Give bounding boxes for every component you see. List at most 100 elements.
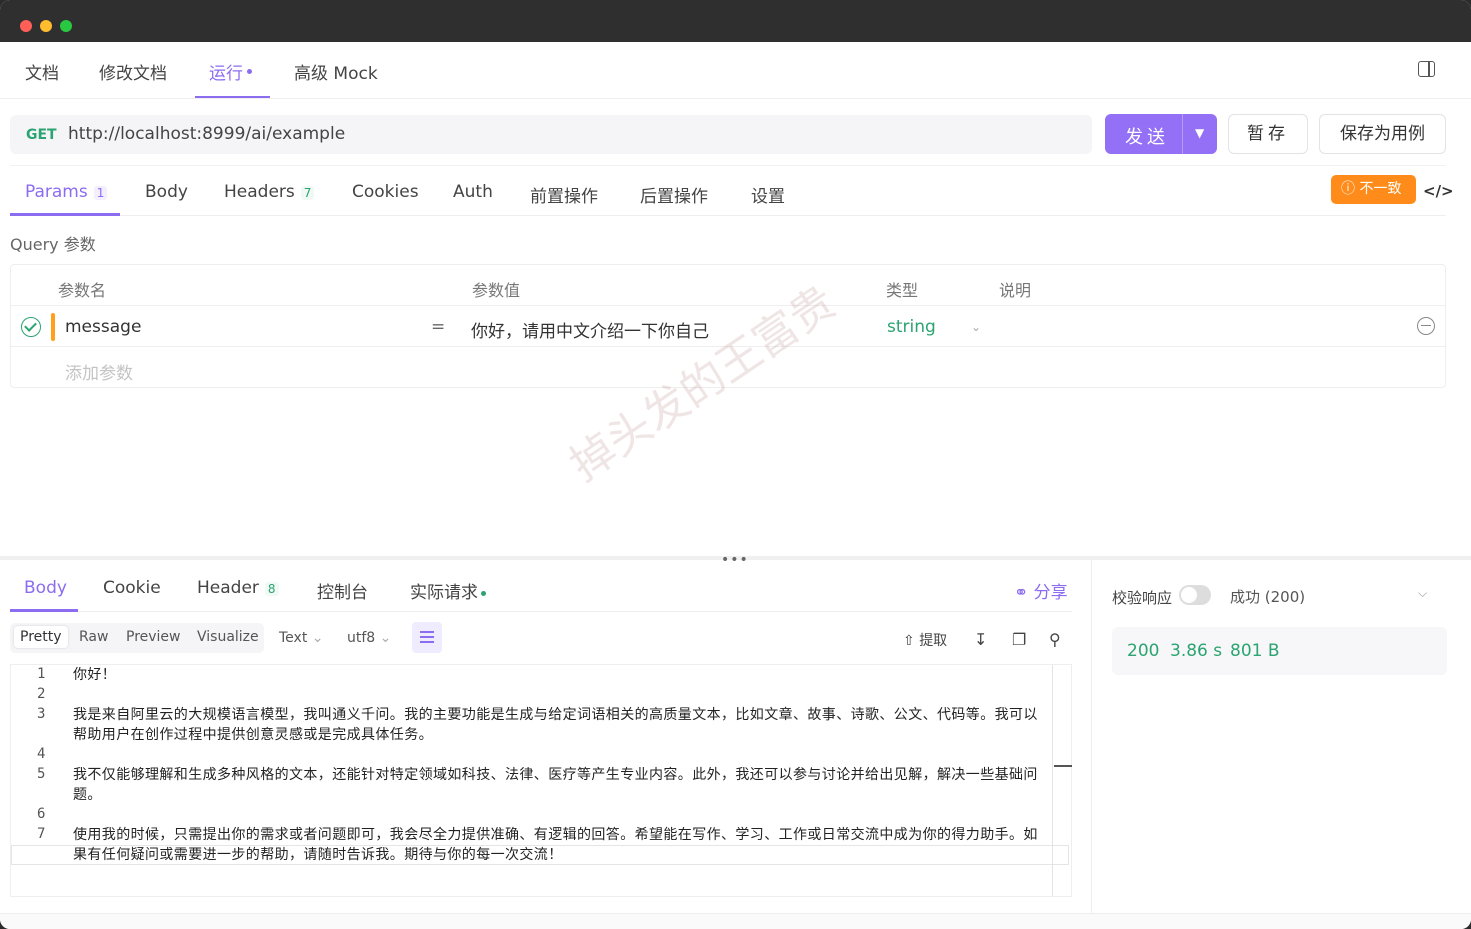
tab-response-header[interactable]: Header 8 <box>197 578 279 598</box>
copy-icon[interactable]: ❐ <box>1012 630 1026 649</box>
url-input[interactable]: http://localhost:8999/ai/example <box>68 124 345 144</box>
params-table: 参数名 参数值 类型 说明 message = 你好，请用中文介绍一下你自己 s… <box>10 264 1446 388</box>
param-value-input[interactable]: 你好，请用中文介绍一下你自己 <box>471 317 709 342</box>
chevron-down-icon: ⌄ <box>379 630 392 646</box>
headers-count-badge: 7 <box>300 186 315 200</box>
response-status-text[interactable]: 成功 (200) <box>1230 586 1305 607</box>
response-time: 3.86 s <box>1170 641 1223 661</box>
extract-label: 提取 <box>919 633 948 649</box>
extract-button[interactable]: ⇧ 提取 <box>903 630 947 650</box>
response-tab-bar: Body Cookie Header 8 控制台 实际请求 <box>10 564 1072 612</box>
active-tab-indicator <box>10 609 78 612</box>
add-param-input[interactable]: 添加参数 <box>65 359 133 384</box>
tab-pre-ops[interactable]: 前置操作 <box>530 182 598 207</box>
code-line: 使用我的时候，只需提出你的需求或者问题即可，我会尽全力提供准确、有逻辑的回答。希… <box>73 827 1038 863</box>
encoding-label: utf8 <box>347 630 376 646</box>
code-line: 我是来自阿里云的大规模语言模型，我叫通义千问。我的主要功能是生成与给定词语相关的… <box>73 707 1038 743</box>
tab-console[interactable]: 控制台 <box>317 578 368 603</box>
share-label: 分享 <box>1033 583 1068 603</box>
save-as-case-button[interactable]: 保存为用例 <box>1319 114 1446 154</box>
format-raw[interactable]: Raw <box>79 629 108 645</box>
table-row: message = 你好，请用中文介绍一下你自己 string ⌄ <box>11 305 1445 347</box>
tab-run-label: 运行 <box>209 64 243 84</box>
tab-params-label: Params <box>25 182 88 202</box>
minimize-window-button[interactable] <box>40 20 52 32</box>
tab-response-cookie[interactable]: Cookie <box>103 578 161 598</box>
tab-headers[interactable]: Headers 7 <box>224 182 315 202</box>
url-bar[interactable]: GET http://localhost:8999/ai/example <box>10 115 1092 154</box>
format-pretty[interactable]: Pretty <box>14 626 68 648</box>
chevron-down-icon[interactable]: ⌵ <box>1418 586 1427 601</box>
tab-auth[interactable]: Auth <box>453 182 493 202</box>
close-window-button[interactable] <box>20 20 32 32</box>
param-name-input[interactable]: message <box>65 317 141 337</box>
top-tab-bar: 文档 修改文档 运行 高级 Mock <box>0 42 1471 99</box>
col-desc-header: 说明 <box>999 281 1032 300</box>
tab-actual-request[interactable]: 实际请求 <box>410 578 486 603</box>
remove-param-icon[interactable] <box>1417 317 1435 335</box>
extract-icon: ⇧ <box>903 633 915 649</box>
search-icon[interactable]: ⚲ <box>1049 630 1061 649</box>
response-header-count-badge: 8 <box>264 582 279 596</box>
verify-response-label: 校验响应 <box>1112 589 1173 607</box>
changed-marker <box>51 313 55 341</box>
tab-settings[interactable]: 设置 <box>751 182 785 207</box>
line-number: 5 <box>37 766 46 782</box>
param-type-select[interactable]: string <box>887 317 936 337</box>
tab-run[interactable]: 运行 <box>209 59 252 84</box>
http-method[interactable]: GET <box>26 127 57 143</box>
tab-cookies[interactable]: Cookies <box>352 182 419 202</box>
encoding-select[interactable]: utf8 ⌄ <box>347 630 391 646</box>
tab-actual-request-label: 实际请求 <box>410 583 478 603</box>
status-dot-icon <box>481 590 486 596</box>
share-button[interactable]: ⚭ 分享 <box>1014 578 1068 603</box>
col-name-header: 参数名 <box>58 281 107 300</box>
download-icon[interactable]: ↧ <box>974 630 987 649</box>
active-tab-indicator <box>195 96 270 98</box>
enabled-check-icon[interactable] <box>21 317 41 337</box>
chevron-down-icon[interactable]: ⌄ <box>971 320 981 334</box>
send-button-divider <box>1182 114 1183 154</box>
inconsistent-button[interactable]: ⓘ 不一致 <box>1331 175 1416 204</box>
tab-doc[interactable]: 文档 <box>25 59 59 84</box>
side-panel-toggle-icon[interactable] <box>1418 61 1435 77</box>
send-button[interactable]: 发送 ▼ <box>1105 114 1217 154</box>
line-number: 3 <box>37 706 46 722</box>
line-number: 7 <box>37 826 46 842</box>
chevron-down-icon[interactable]: ▼ <box>1195 126 1204 140</box>
send-button-label: 发送 <box>1125 127 1169 148</box>
response-body-editor[interactable]: 1 2 3 4 5 6 7 你好！ 我是来自阿里云的大规模语言模型，我叫通义千问… <box>10 664 1072 897</box>
title-bar <box>0 0 1471 42</box>
equals-sign: = <box>431 317 446 337</box>
tab-params[interactable]: Params 1 <box>25 182 108 202</box>
status-bar <box>0 913 1471 929</box>
col-type-header: 类型 <box>886 281 919 300</box>
format-visualize[interactable]: Visualize <box>197 629 259 645</box>
params-count-badge: 1 <box>93 186 108 200</box>
scrollbar-thumb[interactable] <box>1054 765 1072 767</box>
response-stats: 200 3.86 s 801 B <box>1112 627 1447 675</box>
content-type-select[interactable]: Text ⌄ <box>279 630 324 646</box>
verify-response-toggle[interactable] <box>1179 585 1211 605</box>
temp-save-button[interactable]: 暂存 <box>1228 114 1308 154</box>
wrap-lines-icon[interactable] <box>412 622 442 653</box>
tab-edit-doc[interactable]: 修改文档 <box>99 59 167 84</box>
code-icon[interactable]: </> <box>1423 182 1454 200</box>
tab-response-body[interactable]: Body <box>24 578 67 598</box>
unsaved-dot-icon <box>247 68 252 74</box>
format-preview[interactable]: Preview <box>126 629 181 645</box>
warning-icon: ⓘ <box>1341 181 1355 197</box>
col-value-header: 参数值 <box>472 281 521 300</box>
tab-post-ops[interactable]: 后置操作 <box>640 182 708 207</box>
tab-mock[interactable]: 高级 Mock <box>294 59 378 84</box>
editor-scrollbar[interactable] <box>1052 665 1053 896</box>
line-number: 1 <box>37 666 46 682</box>
tab-headers-label: Headers <box>224 182 295 202</box>
maximize-window-button[interactable] <box>60 20 72 32</box>
tab-body[interactable]: Body <box>145 182 188 202</box>
app-window: 文档 修改文档 运行 高级 Mock GET http://localhost:… <box>0 0 1471 929</box>
line-number: 6 <box>37 806 46 822</box>
response-meta-pane: 校验响应 成功 (200) ⌵ 200 3.86 s 801 B <box>1091 560 1471 913</box>
code-line: 我不仅能够理解和生成多种风格的文本，还能针对特定领域如科技、法律、医疗等产生专业… <box>73 767 1038 803</box>
code-line: 你好！ <box>73 667 117 683</box>
